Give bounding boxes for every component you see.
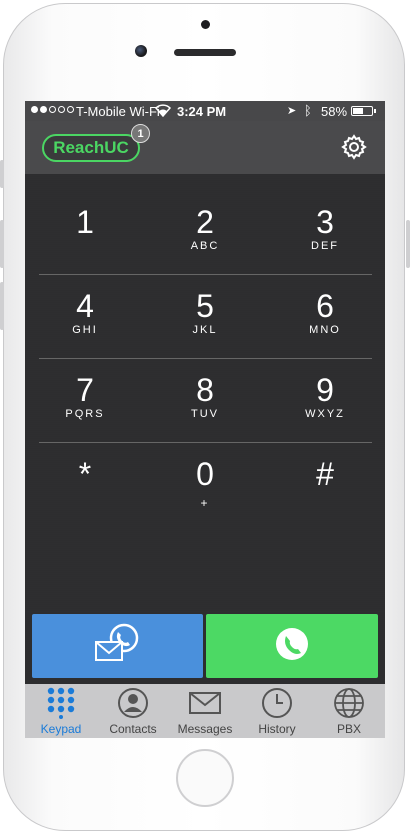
bluetooth-icon: ᛒ <box>304 103 312 118</box>
pbx-icon <box>333 687 365 719</box>
key-letters: PQRS <box>65 408 105 420</box>
key-digit: 0 <box>196 456 214 492</box>
front-camera <box>135 45 147 57</box>
app-header: ReachUC 1 <box>25 121 385 174</box>
contacts-icon <box>117 687 149 719</box>
key-digit: # <box>316 456 334 492</box>
key-5[interactable]: 5 JKL <box>145 274 265 358</box>
tab-label: PBX <box>336 722 361 736</box>
key-hash[interactable]: # <box>265 442 385 526</box>
battery-tip <box>374 109 376 113</box>
key-letters: ABC <box>190 240 220 252</box>
battery-icon <box>351 106 373 116</box>
key-8[interactable]: 8 TUV <box>145 358 265 442</box>
history-icon <box>261 687 293 719</box>
reachuc-logo[interactable]: ReachUC <box>42 134 140 162</box>
key-0[interactable]: 0 + <box>145 442 265 526</box>
messages-icon <box>189 687 221 719</box>
voicemail-envelope-icon <box>90 622 146 671</box>
key-digit: 9 <box>316 372 334 408</box>
tab-label: History <box>258 722 296 736</box>
key-digit: 8 <box>196 372 214 408</box>
key-6[interactable]: 6 MNO <box>265 274 385 358</box>
signal-strength-icon <box>31 106 74 113</box>
key-digit: 3 <box>316 204 334 240</box>
tab-keypad[interactable]: Keypad <box>25 684 97 738</box>
tab-label: Contacts <box>109 722 157 736</box>
keypad-icon <box>45 687 77 719</box>
call-button[interactable] <box>206 614 378 678</box>
volume-up-button <box>0 220 4 268</box>
status-time: 3:24 PM <box>177 104 227 119</box>
key-7[interactable]: 7 PQRS <box>25 358 145 442</box>
key-2[interactable]: 2 ABC <box>145 190 265 274</box>
key-letters: MNO <box>309 324 341 336</box>
wifi-icon <box>154 104 172 120</box>
screen: T-Mobile Wi-Fi 3:24 PM ➤ ᛒ 58% ReachUC 1… <box>25 101 385 738</box>
mute-switch <box>0 160 4 188</box>
tab-pbx[interactable]: PBX <box>313 684 385 738</box>
power-button <box>406 220 410 268</box>
dial-keypad: 1 2 ABC 3 DEF 4 GHI 5 JKL 6 MNO 7 PQRS 8… <box>25 174 385 613</box>
key-digit: 1 <box>76 204 94 240</box>
phone-icon <box>275 627 309 666</box>
key-digit: 4 <box>76 288 94 324</box>
tab-label: Keypad <box>40 722 82 736</box>
key-9[interactable]: 9 WXYZ <box>265 358 385 442</box>
key-letters: WXYZ <box>305 408 345 420</box>
battery-percent: 58% <box>321 104 348 119</box>
key-letters: GHI <box>72 324 98 336</box>
tab-contacts[interactable]: Contacts <box>97 684 169 738</box>
key-digit: 7 <box>76 372 94 408</box>
key-digit: 2 <box>196 204 214 240</box>
tab-bar: Keypad Contacts Messages History PBX <box>25 684 385 738</box>
voicemail-button[interactable] <box>32 614 203 678</box>
key-star[interactable]: * <box>25 442 145 526</box>
key-letters: JKL <box>192 324 218 336</box>
key-digit: 6 <box>316 288 334 324</box>
carrier-label: T-Mobile Wi-Fi <box>76 104 160 119</box>
proximity-sensor <box>201 20 210 29</box>
tab-messages[interactable]: Messages <box>169 684 241 738</box>
key-1[interactable]: 1 <box>25 190 145 274</box>
home-button[interactable] <box>176 749 234 807</box>
gear-icon[interactable] <box>341 134 367 160</box>
location-arrow-icon: ➤ <box>287 105 297 117</box>
key-3[interactable]: 3 DEF <box>265 190 385 274</box>
key-4[interactable]: 4 GHI <box>25 274 145 358</box>
notification-badge: 1 <box>131 124 150 143</box>
status-bar: T-Mobile Wi-Fi 3:24 PM ➤ ᛒ 58% <box>25 101 385 121</box>
key-letters: TUV <box>191 408 219 420</box>
tab-label: Messages <box>177 722 233 736</box>
earpiece-speaker <box>174 49 236 56</box>
tab-history[interactable]: History <box>241 684 313 738</box>
key-letters: + <box>200 496 210 510</box>
key-digit: 5 <box>196 288 214 324</box>
key-digit: * <box>78 456 92 492</box>
key-letters: DEF <box>311 240 339 252</box>
volume-down-button <box>0 282 4 330</box>
